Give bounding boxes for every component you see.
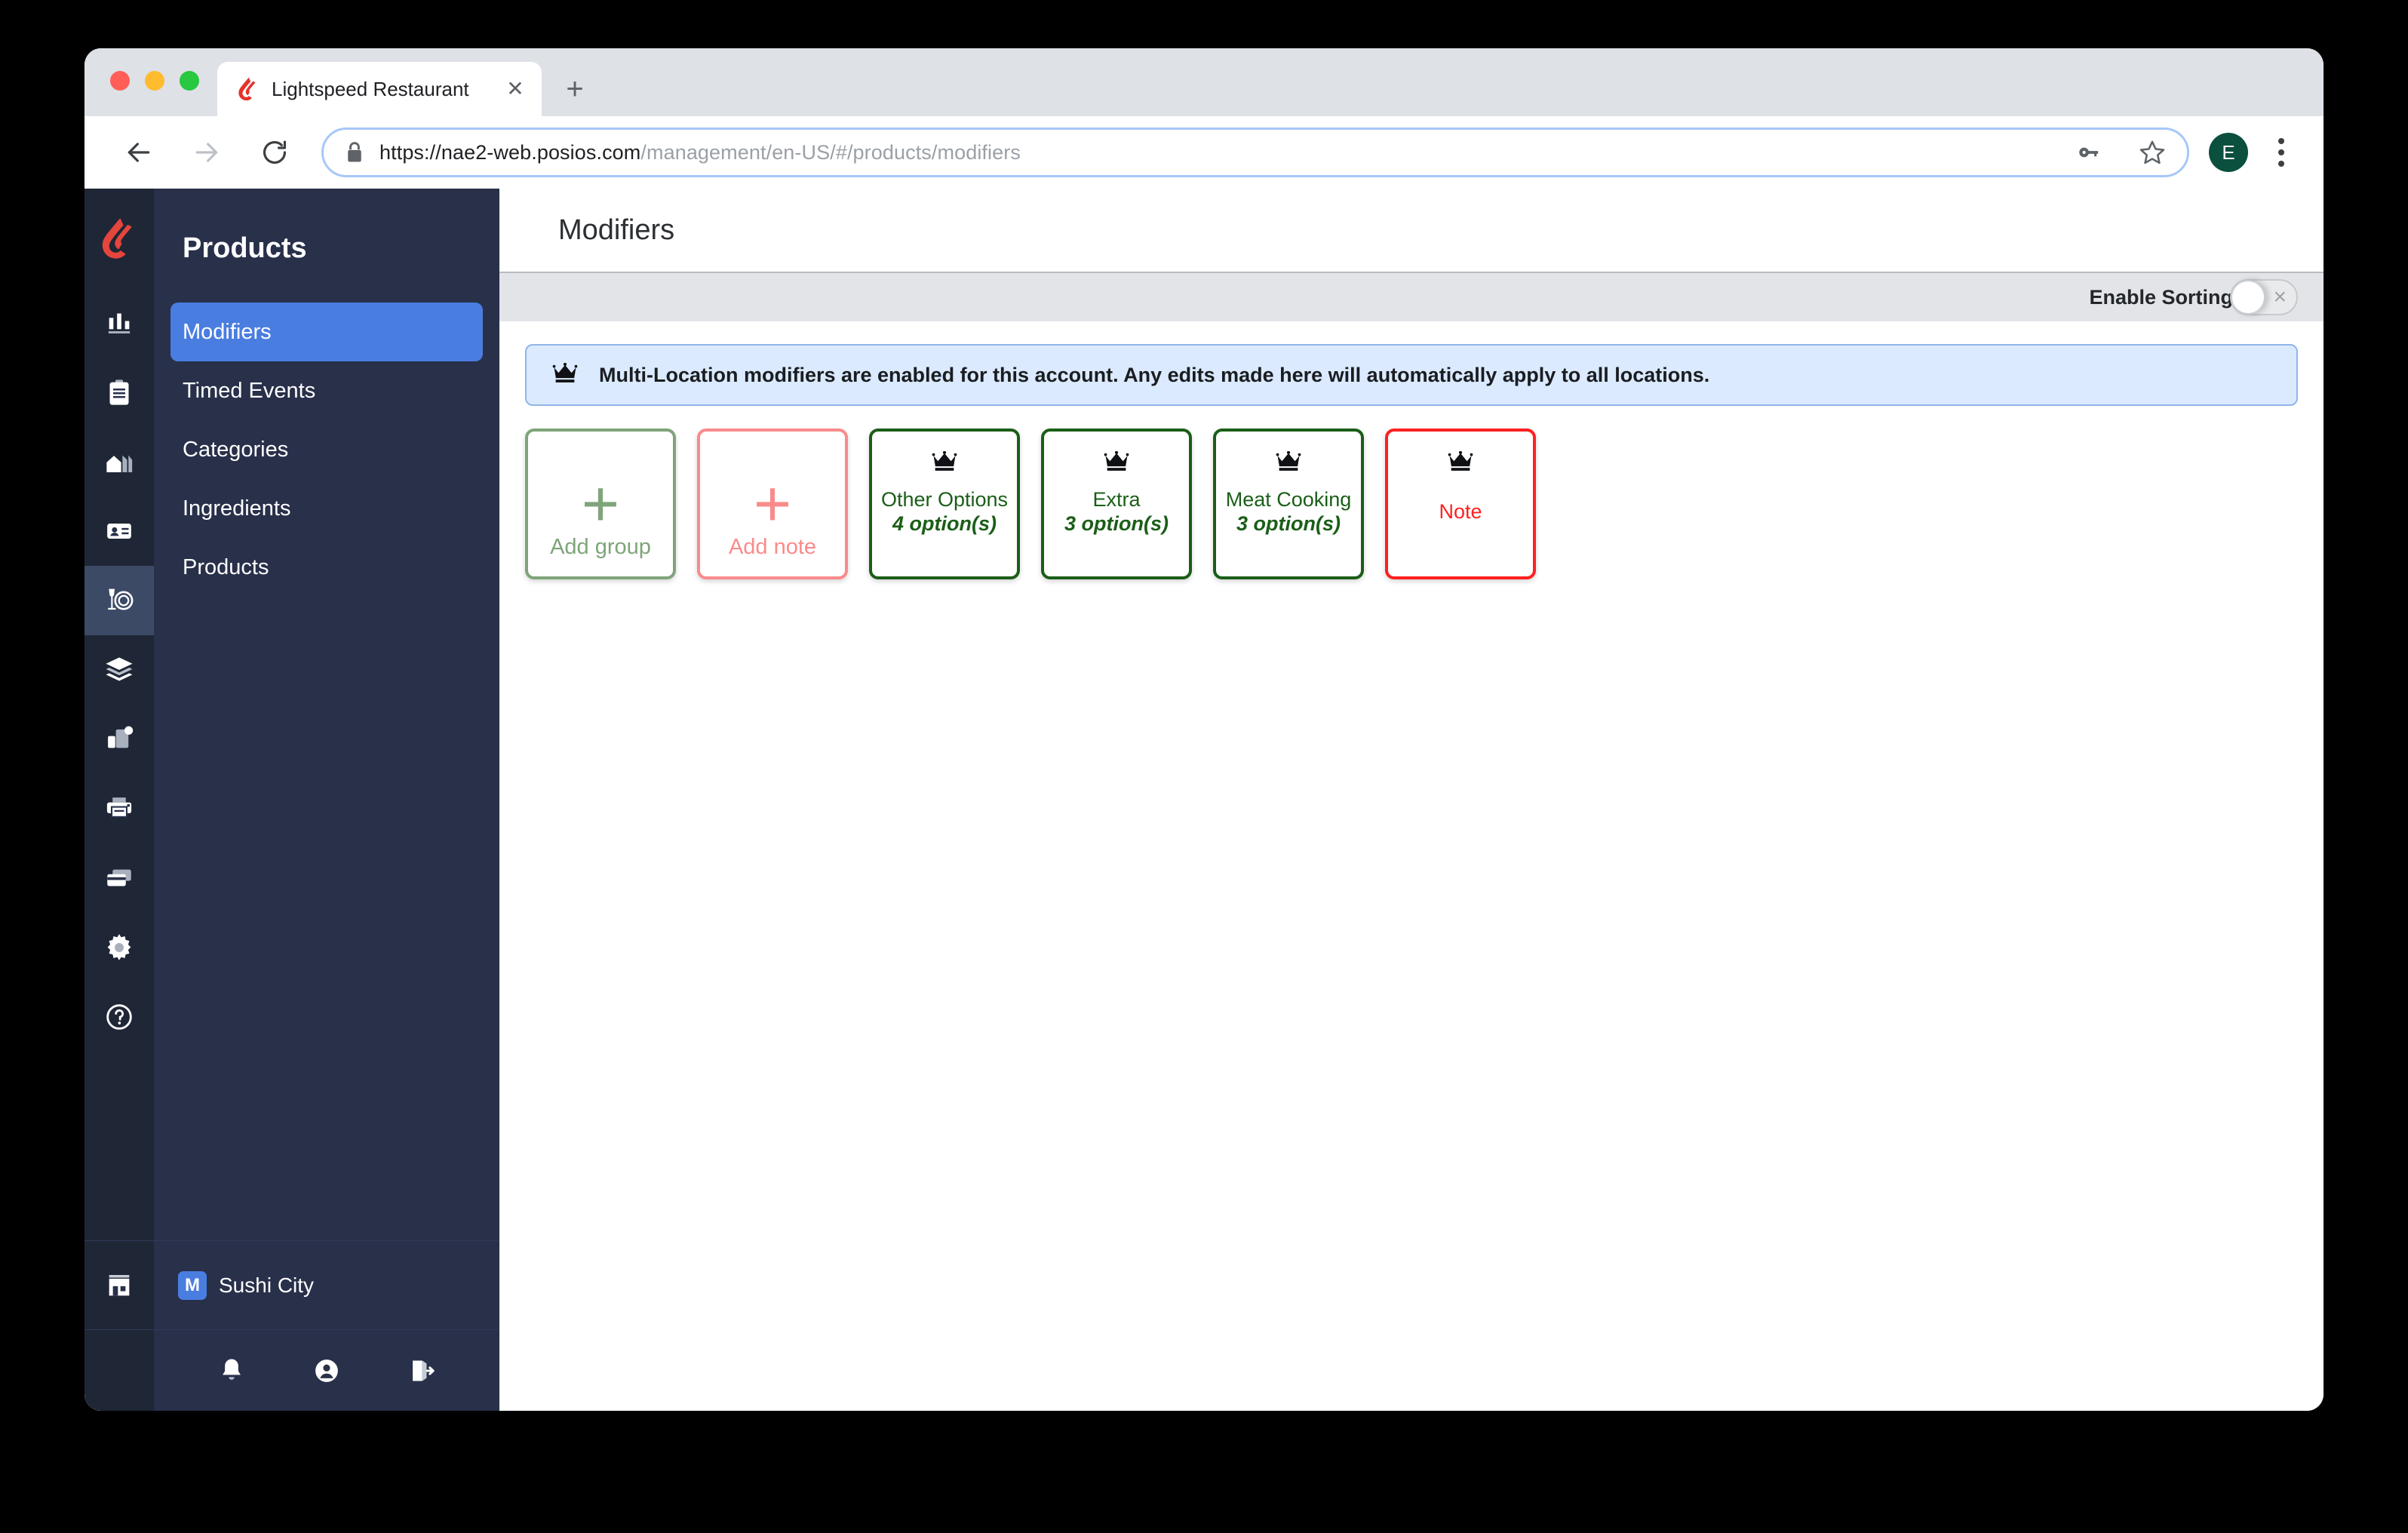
crown-icon — [1216, 451, 1361, 472]
rail-footer-spacer — [84, 1329, 154, 1411]
sorting-bar: Enable Sorting × — [499, 272, 2324, 321]
modifier-group-name: Meat Cooking — [1225, 488, 1352, 512]
add-note-card[interactable]: + Add note — [697, 429, 848, 579]
modifier-group-card[interactable]: Extra 3 option(s) — [1041, 429, 1192, 579]
close-tab-button[interactable]: ✕ — [502, 76, 528, 102]
notifications-bell-icon[interactable] — [217, 1356, 246, 1385]
reports-bar-chart-icon[interactable] — [84, 288, 154, 358]
store-selector[interactable]: M Sushi City — [154, 1240, 499, 1329]
banner-text: Multi-Location modifiers are enabled for… — [599, 363, 1710, 386]
layers-icon[interactable] — [84, 635, 154, 705]
page-section-title: Products — [183, 232, 307, 264]
close-window-button[interactable] — [110, 71, 130, 91]
lightspeed-flame-icon — [238, 77, 256, 101]
browser-tab-title: Lightspeed Restaurant — [272, 77, 469, 100]
modifier-group-count: 3 option(s) — [1064, 512, 1169, 535]
plus-icon: + — [581, 467, 620, 540]
new-tab-button[interactable]: + — [552, 66, 597, 112]
profile-avatar[interactable]: E — [2209, 133, 2248, 172]
window-traffic-lights — [110, 71, 199, 91]
toggle-off-icon: × — [2273, 284, 2287, 309]
sidebar-item-categories[interactable]: Categories — [170, 420, 483, 479]
devices-icon[interactable] — [84, 705, 154, 774]
toggle-knob — [2231, 280, 2265, 315]
modifier-cards-row: + Add group + Add note Other Options 4 o… — [525, 429, 2298, 579]
lightspeed-logo-icon[interactable] — [84, 189, 154, 288]
add-group-label: Add group — [550, 535, 651, 559]
add-note-label: Add note — [728, 535, 817, 559]
enable-sorting-label: Enable Sorting — [2089, 285, 2233, 309]
multi-location-badge: M — [178, 1270, 207, 1300]
crown-icon — [552, 362, 578, 388]
lock-icon — [345, 141, 364, 164]
back-arrow-icon[interactable] — [115, 128, 163, 177]
browser-window: Lightspeed Restaurant ✕ + https://nae2-w… — [84, 48, 2324, 1411]
maximize-window-button[interactable] — [180, 71, 199, 91]
url-text: https://nae2-web.posios.com/management/e… — [379, 140, 1021, 164]
sidebar-item-modifiers[interactable]: Modifiers — [170, 303, 483, 361]
products-plate-icon[interactable] — [84, 566, 154, 635]
crown-icon — [872, 451, 1017, 472]
modifier-group-card[interactable]: Other Options 4 option(s) — [869, 429, 1020, 579]
store-name: Sushi City — [219, 1273, 315, 1297]
plus-icon: + — [753, 467, 792, 540]
crown-icon — [1388, 451, 1533, 472]
help-question-icon[interactable] — [84, 982, 154, 1052]
note-modifier-card[interactable]: Note — [1385, 429, 1536, 579]
venues-building-icon[interactable] — [84, 427, 154, 496]
customers-card-icon[interactable] — [84, 496, 154, 566]
sidebar-item-products[interactable]: Products — [170, 538, 483, 597]
store-front-icon[interactable] — [84, 1240, 154, 1329]
sidebar-item-label: Modifiers — [183, 319, 272, 344]
browser-tab-strip: Lightspeed Restaurant ✕ + — [84, 48, 2324, 116]
page-title: Modifiers — [558, 214, 675, 246]
modifier-group-count: 4 option(s) — [892, 512, 997, 535]
account-user-icon[interactable] — [312, 1356, 341, 1385]
logout-icon[interactable] — [407, 1356, 436, 1385]
nav-scroll-area: Products Modifiers Timed Events Categori… — [154, 189, 499, 1240]
sidebar-item-label: Timed Events — [183, 378, 316, 403]
star-bookmark-icon[interactable] — [2134, 134, 2170, 171]
key-icon[interactable] — [2071, 134, 2107, 171]
payments-card-icon[interactable] — [84, 843, 154, 913]
sidebar-item-label: Ingredients — [183, 496, 291, 521]
sidebar-item-label: Categories — [183, 437, 289, 462]
content-body: Multi-Location modifiers are enabled for… — [499, 321, 2324, 1411]
minimize-window-button[interactable] — [145, 71, 164, 91]
sidebar-item-timed-events[interactable]: Timed Events — [170, 361, 483, 420]
settings-gear-icon[interactable] — [84, 913, 154, 982]
page-header: Modifiers — [499, 189, 2324, 272]
modifier-group-name: Extra — [1092, 488, 1141, 512]
icon-rail — [84, 189, 154, 1411]
browser-toolbar: https://nae2-web.posios.com/management/e… — [84, 116, 2324, 189]
application-root: Products Modifiers Timed Events Categori… — [84, 189, 2324, 1411]
sidebar-item-ingredients[interactable]: Ingredients — [170, 479, 483, 538]
printer-icon[interactable] — [84, 774, 154, 843]
three-dot-menu-icon[interactable] — [2262, 131, 2301, 174]
main-content: Modifiers Enable Sorting × Multi-Locatio… — [499, 189, 2324, 1411]
multi-location-banner: Multi-Location modifiers are enabled for… — [525, 344, 2298, 406]
browser-tab[interactable]: Lightspeed Restaurant ✕ — [217, 62, 542, 116]
crown-icon — [1044, 451, 1189, 472]
modifier-group-name: Other Options — [880, 488, 1009, 512]
reload-icon[interactable] — [250, 128, 299, 177]
forward-arrow-icon[interactable] — [183, 128, 231, 177]
modifier-group-count: 3 option(s) — [1236, 512, 1341, 535]
nav-footer-actions — [154, 1329, 499, 1411]
add-group-card[interactable]: + Add group — [525, 429, 676, 579]
note-modifier-name: Note — [1439, 500, 1482, 524]
enable-sorting-toggle[interactable]: × — [2230, 279, 2298, 315]
modifier-group-card[interactable]: Meat Cooking 3 option(s) — [1213, 429, 1364, 579]
store-name-wrap: M Sushi City — [178, 1270, 315, 1300]
address-bar[interactable]: https://nae2-web.posios.com/management/e… — [321, 127, 2189, 177]
sidebar-item-label: Products — [183, 555, 269, 579]
clipboard-icon[interactable] — [84, 358, 154, 427]
nav-panel: Products Modifiers Timed Events Categori… — [154, 189, 499, 1411]
